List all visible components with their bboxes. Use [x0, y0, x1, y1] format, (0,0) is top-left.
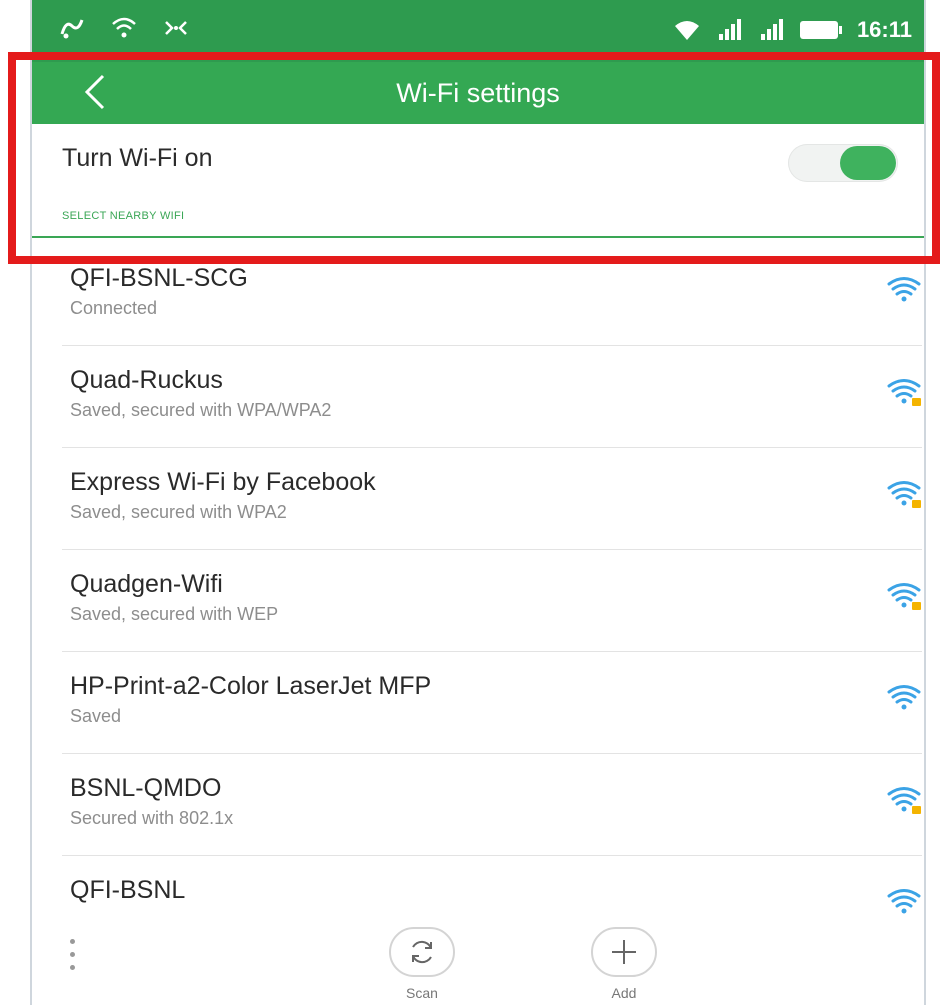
wifi-icon	[887, 685, 921, 710]
chevron-left-icon	[84, 74, 105, 110]
wifi-locked-icon	[887, 379, 921, 406]
network-name: QFI-BSNL-SCG	[70, 264, 248, 292]
toggle-knob	[840, 146, 896, 180]
network-item[interactable]: BSNL-QMDO Secured with 802.1x	[62, 754, 922, 856]
wifi-locked-icon	[887, 787, 921, 814]
network-status: Secured with 802.1x	[70, 808, 234, 828]
add-button-frame	[591, 927, 657, 977]
network-item[interactable]: HP-Print-a2-Color LaserJet MFP Saved	[62, 652, 922, 754]
phone-screen: 16:11 Wi-Fi settings Turn Wi-Fi on SELEC…	[30, 0, 926, 1005]
wifi-locked-icon	[887, 481, 921, 508]
bottom-toolbar: Scan Add	[32, 915, 924, 1005]
wifi-locked-icon	[887, 583, 921, 610]
network-name: HP-Print-a2-Color LaserJet MFP	[70, 672, 432, 700]
network-status: Saved, secured with WPA/WPA2	[70, 400, 332, 420]
wifi-icon	[887, 277, 921, 302]
network-status: Saved	[70, 706, 122, 726]
network-item[interactable]: Quad-Ruckus Saved, secured with WPA/WPA2	[62, 346, 922, 448]
plus-icon	[612, 940, 636, 964]
wifi-hotspot-icon	[112, 17, 136, 38]
back-button[interactable]	[72, 70, 116, 114]
wifi-toggle-row[interactable]: Turn Wi-Fi on	[32, 124, 924, 200]
network-name: Quad-Ruckus	[70, 366, 223, 394]
wifi-icon	[887, 889, 921, 914]
cellular-signal-icon	[718, 19, 741, 40]
scan-button[interactable]: Scan	[382, 927, 462, 1001]
status-bar: 16:11	[32, 0, 924, 62]
section-divider	[32, 236, 924, 238]
more-options-button[interactable]	[66, 939, 78, 983]
network-item[interactable]: QFI-BSNL-SCG Connected	[62, 244, 922, 346]
network-name: Quadgen-Wifi	[70, 570, 223, 598]
network-name: BSNL-QMDO	[70, 774, 222, 802]
add-label: Add	[611, 985, 637, 1001]
wifi-signal-icon	[674, 21, 699, 40]
section-header: SELECT NEARBY WIFI	[62, 210, 185, 222]
app-notification-icon	[60, 19, 84, 39]
cellular-signal-icon	[760, 19, 783, 40]
scan-button-frame	[389, 927, 455, 977]
scan-label: Scan	[406, 985, 438, 1001]
more-dot-icon	[69, 965, 75, 970]
page-title: Wi-Fi settings	[396, 78, 560, 108]
refresh-icon	[412, 940, 432, 964]
more-dot-icon	[69, 952, 75, 957]
network-item[interactable]: Quadgen-Wifi Saved, secured with WEP	[62, 550, 922, 652]
app-bar: Wi-Fi settings	[32, 62, 924, 124]
network-list: QFI-BSNL-SCG Connected Quad-Ruckus Saved, s…	[62, 244, 922, 957]
more-dot-icon	[69, 939, 75, 944]
network-status: Saved, secured with WPA2	[70, 502, 287, 522]
add-network-button[interactable]: Add	[584, 927, 664, 1001]
status-time: 16:11	[856, 17, 912, 42]
network-name: QFI-BSNL	[70, 876, 186, 904]
network-name: Express Wi-Fi by Facebook	[70, 468, 376, 496]
network-status: Connected	[70, 298, 158, 318]
wifi-toggle-label: Turn Wi-Fi on	[62, 144, 213, 172]
network-status: Saved, secured with WEP	[70, 604, 279, 624]
wifi-toggle-switch[interactable]	[788, 144, 898, 182]
battery-icon	[799, 21, 842, 39]
screen-cast-icon	[165, 21, 187, 35]
network-item[interactable]: Express Wi-Fi by Facebook Saved, secured …	[62, 448, 922, 550]
